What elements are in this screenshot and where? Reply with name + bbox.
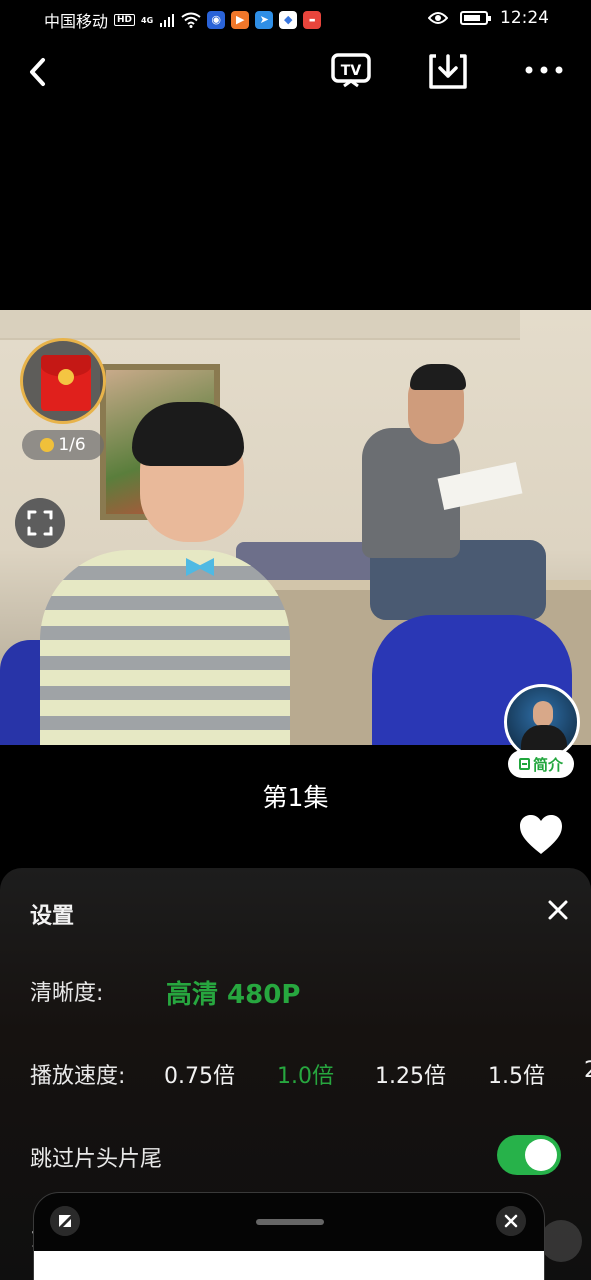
- mini-player-content: [34, 1251, 544, 1280]
- tv-cast-icon[interactable]: TV: [330, 52, 372, 90]
- wifi-icon: [181, 12, 201, 28]
- more-icon[interactable]: [524, 58, 564, 82]
- video-person-left: [40, 550, 290, 745]
- coin-progress-text: 1/6: [58, 435, 86, 455]
- bulb-app-icon: ◉: [207, 11, 226, 29]
- heart-icon[interactable]: [518, 814, 564, 856]
- video-wall: [0, 310, 520, 340]
- red-app-icon: ▬: [303, 11, 322, 29]
- avatar[interactable]: [504, 684, 580, 760]
- fullscreen-icon[interactable]: [15, 498, 65, 548]
- signal-icon: [160, 14, 175, 27]
- download-icon[interactable]: [428, 52, 468, 90]
- intro-button[interactable]: 简介: [508, 750, 574, 778]
- expand-icon[interactable]: [50, 1206, 80, 1236]
- clock: 12:24: [500, 8, 549, 28]
- red-packet-seal: [58, 369, 74, 385]
- coin-icon: [40, 438, 55, 452]
- play-app-icon: ▶: [231, 11, 250, 29]
- red-packet-button[interactable]: [20, 338, 106, 424]
- episode-title: 第1集: [262, 783, 329, 812]
- close-icon[interactable]: [496, 1206, 526, 1236]
- battery-icon: [460, 11, 491, 25]
- speed-option-2[interactable]: 2: [584, 1058, 591, 1083]
- top-bar: TV: [0, 48, 591, 96]
- status-right: 12:24: [428, 8, 549, 28]
- speed-option-1-0[interactable]: 1.0倍: [277, 1058, 334, 1090]
- arrow-app-icon: ➤: [255, 11, 274, 29]
- eye-icon: [428, 12, 448, 24]
- speed-option-1-25[interactable]: 1.25倍: [375, 1058, 446, 1090]
- mini-player[interactable]: [33, 1192, 545, 1280]
- status-bar: 中国移动 HD 4G ◉ ▶ ➤ ◆ ▬ 12:24: [0, 0, 591, 40]
- cube-app-icon: ◆: [279, 11, 298, 29]
- next-setting-control[interactable]: [540, 1220, 582, 1262]
- skip-intro-toggle[interactable]: [497, 1135, 561, 1175]
- intro-icon: [518, 758, 530, 770]
- coin-progress: 1/6: [22, 430, 104, 460]
- settings-title: 设置: [30, 904, 75, 929]
- quality-selector[interactable]: 高清 480P: [166, 974, 300, 1011]
- quality-label: 清晰度:: [30, 981, 104, 1006]
- hd-badge: HD: [114, 14, 136, 26]
- speed-option-1-5[interactable]: 1.5倍: [488, 1058, 545, 1090]
- video-person-right-hair: [410, 364, 466, 390]
- intro-label: 简介: [532, 755, 563, 774]
- avatar-face: [533, 701, 553, 727]
- skip-intro-label: 跳过片头片尾: [30, 1147, 163, 1172]
- speed-option-0-75[interactable]: 0.75倍: [164, 1058, 235, 1090]
- close-icon[interactable]: [546, 898, 570, 922]
- toggle-knob: [525, 1139, 557, 1171]
- carrier-name: 中国移动: [44, 12, 109, 31]
- svg-text:TV: TV: [341, 63, 362, 79]
- speed-label: 播放速度:: [30, 1064, 126, 1089]
- back-icon[interactable]: [24, 54, 52, 90]
- network-type: 4G: [141, 15, 154, 25]
- drag-handle[interactable]: [256, 1219, 324, 1225]
- video-person-left-hair: [132, 402, 244, 466]
- status-left: 中国移动 HD 4G ◉ ▶ ➤ ◆ ▬: [44, 8, 322, 32]
- red-packet-icon: [41, 355, 91, 411]
